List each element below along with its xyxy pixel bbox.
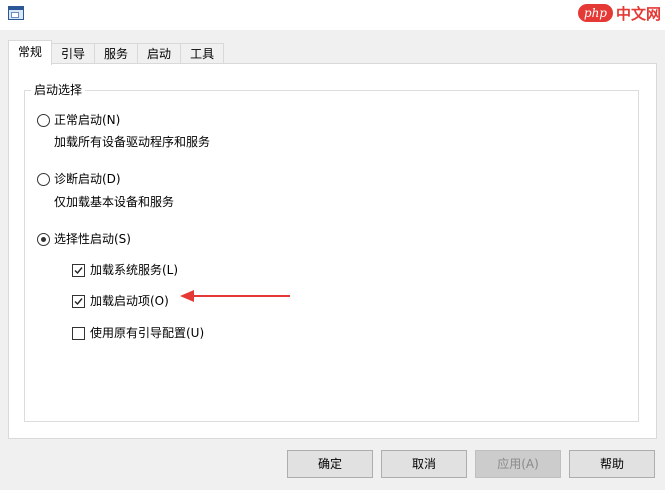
selective-startup-radio[interactable]: 选择性启动(S) bbox=[37, 231, 131, 247]
help-button[interactable]: 帮助 bbox=[569, 450, 655, 478]
diagnostic-startup-description: 仅加载基本设备和服务 bbox=[54, 195, 175, 209]
load-startup-items-label: 加载启动项(O) bbox=[90, 294, 169, 308]
selective-startup-label: 选择性启动(S) bbox=[54, 232, 131, 246]
cancel-button[interactable]: 取消 bbox=[381, 450, 467, 478]
diagnostic-startup-label: 诊断启动(D) bbox=[54, 172, 121, 186]
normal-startup-description: 加载所有设备驱动程序和服务 bbox=[54, 135, 211, 149]
load-system-services-checkbox[interactable]: 加载系统服务(L) bbox=[72, 262, 178, 278]
apply-button[interactable]: 应用(A) bbox=[475, 450, 561, 478]
title-bar: php 中文网 bbox=[0, 0, 665, 30]
radio-circle-icon bbox=[37, 172, 50, 186]
tab-general[interactable]: 常规 bbox=[8, 40, 53, 65]
radio-circle-icon bbox=[37, 113, 50, 127]
tab-boot[interactable]: 引导 bbox=[52, 43, 96, 65]
diagnostic-startup-radio[interactable]: 诊断启动(D) bbox=[37, 171, 121, 187]
watermark-text: 中文网 bbox=[615, 4, 661, 23]
checkbox-unchecked-icon bbox=[72, 326, 85, 340]
use-original-boot-config-label: 使用原有引导配置(U) bbox=[90, 326, 205, 340]
tab-tools[interactable]: 工具 bbox=[181, 43, 225, 65]
watermark-brand: php bbox=[577, 4, 613, 22]
radio-selected-icon bbox=[37, 232, 50, 246]
checkbox-checked-icon bbox=[72, 263, 85, 277]
group-legend: 启动选择 bbox=[31, 83, 86, 97]
load-system-services-label: 加载系统服务(L) bbox=[90, 263, 179, 277]
ok-button[interactable]: 确定 bbox=[287, 450, 373, 478]
system-config-icon bbox=[8, 6, 24, 20]
use-original-boot-config-checkbox[interactable]: 使用原有引导配置(U) bbox=[72, 325, 204, 341]
tab-services[interactable]: 服务 bbox=[95, 43, 139, 65]
normal-startup-label: 正常启动(N) bbox=[54, 113, 121, 127]
red-arrow-pointer-icon bbox=[180, 290, 290, 302]
normal-startup-radio[interactable]: 正常启动(N) bbox=[37, 112, 120, 128]
tab-strip: 常规 引导 服务 启动 工具 bbox=[8, 40, 225, 65]
checkbox-checked-icon bbox=[72, 294, 85, 308]
tab-startup[interactable]: 启动 bbox=[138, 43, 182, 65]
load-startup-items-checkbox[interactable]: 加载启动项(O) bbox=[72, 293, 169, 309]
watermark-logo: php 中文网 bbox=[577, 2, 661, 24]
